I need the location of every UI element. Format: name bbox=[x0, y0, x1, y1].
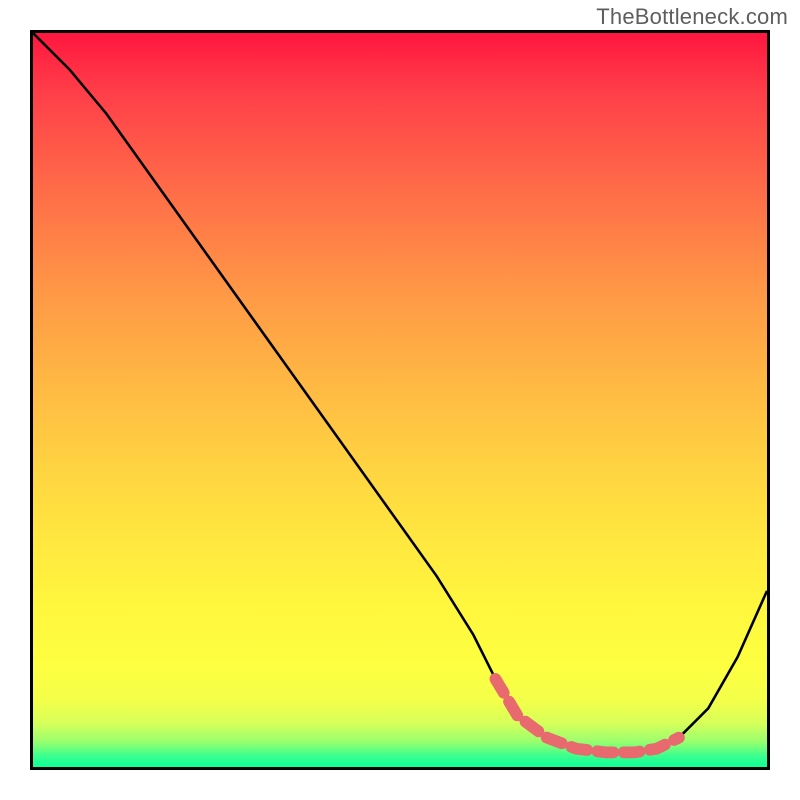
chart-container: TheBottleneck.com bbox=[0, 0, 800, 800]
plot-area bbox=[30, 30, 770, 770]
curve-svg bbox=[33, 33, 767, 767]
watermark-label: TheBottleneck.com bbox=[596, 4, 788, 30]
highlight-segment-path bbox=[495, 679, 678, 752]
bottleneck-curve-path bbox=[33, 33, 767, 752]
